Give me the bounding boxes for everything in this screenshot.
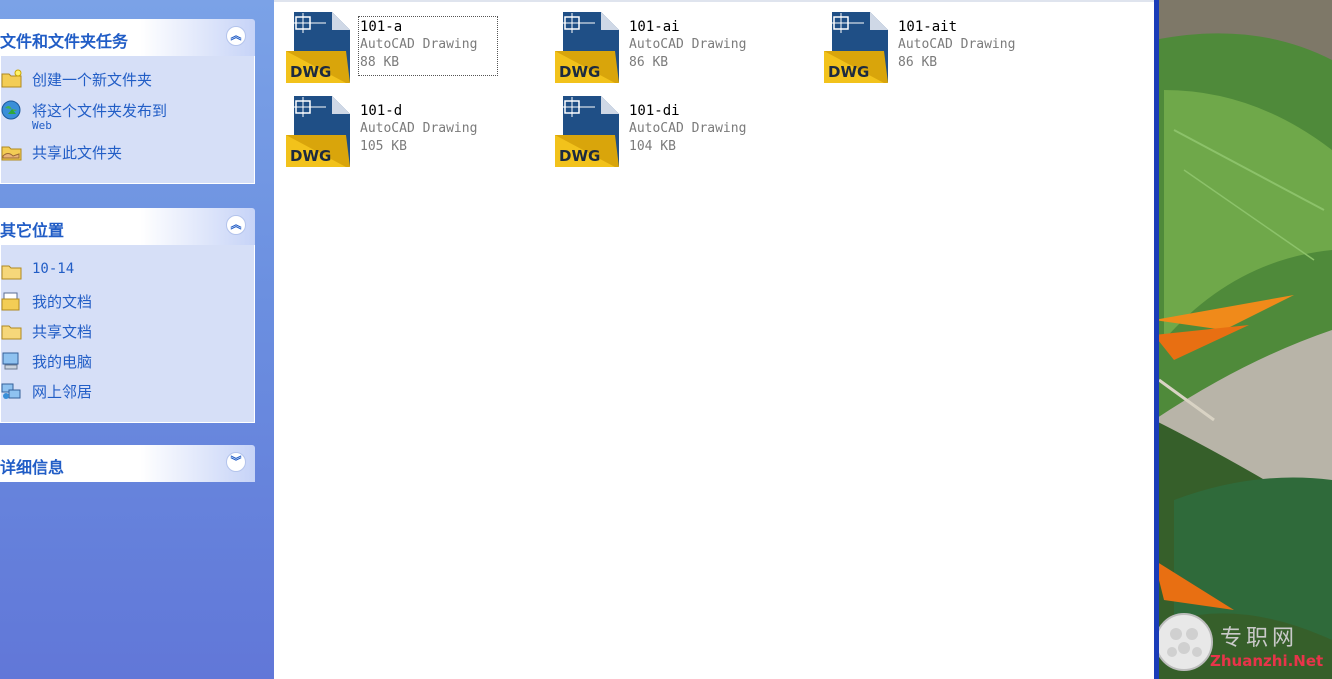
file-type: AutoCAD Drawing [898,37,1016,52]
other-places-title: 其它位置 [0,221,65,240]
file-type: AutoCAD Drawing [629,37,747,52]
task-pane: 文件和文件夹任务 ︽ 创建一个新文件夹 将这个文件夹发布到 Web 共享此文件夹… [0,0,274,679]
share-folder-icon [1,146,22,161]
file-tasks-panel: 文件和文件夹任务 ︽ 创建一个新文件夹 将这个文件夹发布到 Web 共享此文件夹 [0,19,255,184]
file-size: 104 KB [629,139,676,154]
folder-icon [1,265,22,280]
place-label: 我的电脑 [32,353,93,371]
file-type: AutoCAD Drawing [360,121,478,136]
file-name: 101-a [360,19,403,35]
file-type: AutoCAD Drawing [360,37,478,52]
other-places-panel: 其它位置 ︽ 10-14 我的文档 共享文档 我的电脑 网上邻居 [0,208,255,423]
window-border [1154,0,1159,679]
dwg-label: DWG [828,63,869,81]
details-panel: 详细信息 ︾ [0,445,255,482]
file-tasks-body: 创建一个新文件夹 将这个文件夹发布到 Web 共享此文件夹 [0,56,255,184]
other-places-body: 10-14 我的文档 共享文档 我的电脑 网上邻居 [0,245,255,423]
dwg-file-icon: DWG [824,12,888,83]
expand-down-icon[interactable]: ︾ [226,452,246,472]
file-meta: 101-di AutoCAD Drawing 104 KB [629,102,746,156]
other-places-header[interactable]: 其它位置 ︽ [0,208,255,245]
leaf-flower-photo [1154,0,1332,679]
file-item[interactable]: DWG 101-a AutoCAD Drawing 88 KB [274,2,514,83]
shared-folder-icon [1,325,22,340]
file-item[interactable]: DWG 101-d AutoCAD Drawing 105 KB [274,86,514,167]
file-name: 101-d [360,103,403,119]
new-folder-icon [1,69,22,88]
dwg-file-icon: DWG [286,12,350,83]
file-tasks-header[interactable]: 文件和文件夹任务 ︽ [0,19,255,56]
dwg-label: DWG [290,147,331,165]
task-sublabel: Web [32,119,52,132]
task-label: 共享此文件夹 [32,144,123,162]
task-label: 创建一个新文件夹 [32,71,153,89]
file-item[interactable]: DWG 101-di AutoCAD Drawing 104 KB [543,86,783,167]
file-tasks-title: 文件和文件夹任务 [0,32,129,51]
watermark-cn: 专职网 [1220,626,1299,651]
dwg-file-icon: DWG [555,96,619,167]
watermark-globe-logo [1155,613,1213,671]
file-meta: 101-d AutoCAD Drawing 105 KB [360,102,477,156]
place-label: 10-14 [32,261,75,277]
dwg-label: DWG [559,63,600,81]
file-name: 101-ait [898,19,958,35]
details-title: 详细信息 [0,458,65,477]
file-size: 86 KB [898,55,938,70]
publish-web-icon [1,100,21,120]
place-label: 我的文档 [32,293,93,311]
my-computer-icon [2,352,19,370]
dwg-file-icon: DWG [555,12,619,83]
desktop-wallpaper: 专职网 Zhuanzhi.Net [1154,0,1332,679]
collapse-up-icon[interactable]: ︽ [226,215,246,235]
task-label: 将这个文件夹发布到 [32,102,168,120]
place-label: 网上邻居 [32,383,93,401]
file-item[interactable]: DWG 101-ait AutoCAD Drawing 86 KB [812,2,1052,83]
dwg-label: DWG [559,147,600,165]
file-item[interactable]: DWG 101-ai AutoCAD Drawing 86 KB [543,2,783,83]
file-meta: 101-ait AutoCAD Drawing 86 KB [898,18,1015,72]
collapse-up-icon[interactable]: ︽ [226,26,246,46]
file-name: 101-di [629,103,680,119]
watermark-en: Zhuanzhi.Net [1210,652,1324,670]
dwg-label: DWG [290,63,331,81]
file-type: AutoCAD Drawing [629,121,747,136]
file-name: 101-ai [629,19,680,35]
place-label: 共享文档 [32,323,93,341]
file-size: 88 KB [360,55,400,70]
network-places-icon [1,383,21,399]
file-size: 105 KB [360,139,407,154]
my-documents-icon [1,292,20,311]
file-list-view[interactable]: DWG 101-a AutoCAD Drawing 88 KB DWG 101-… [274,0,1154,679]
details-header[interactable]: 详细信息 ︾ [0,445,255,482]
dwg-file-icon: DWG [286,96,350,167]
file-meta: 101-ai AutoCAD Drawing 86 KB [629,18,746,72]
file-meta: 101-a AutoCAD Drawing 88 KB [360,18,477,72]
file-size: 86 KB [629,55,669,70]
